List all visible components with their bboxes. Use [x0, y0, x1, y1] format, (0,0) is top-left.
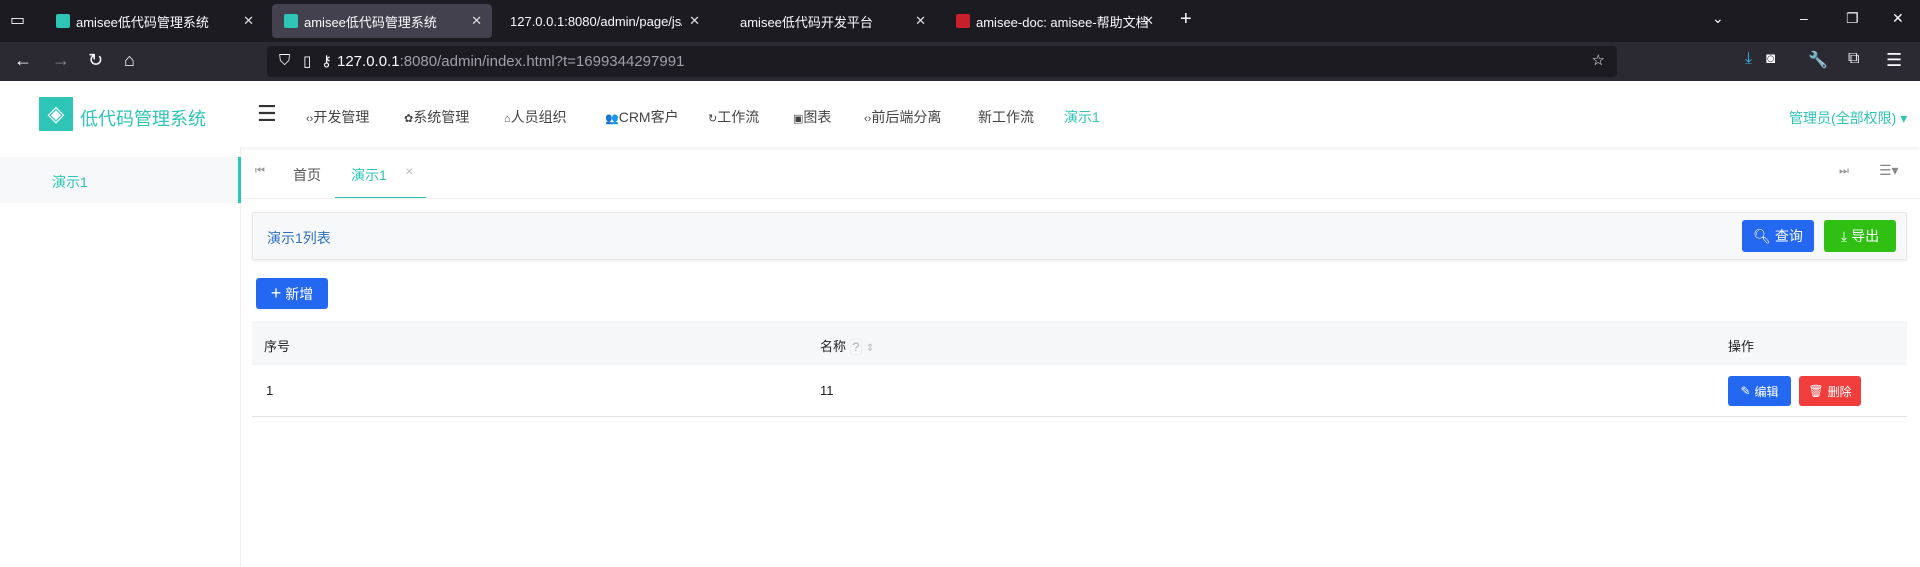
query-button[interactable]: 🔍︎ 查询 — [1742, 220, 1814, 252]
logo-icon: ◈ — [39, 97, 73, 131]
trash-icon: 🗑︎ — [1808, 384, 1824, 398]
table-header: 序号 名称 ? ⇕ 操作 — [252, 321, 1907, 365]
close-tab-icon[interactable]: ✕ — [243, 13, 254, 29]
minimize-icon[interactable]: – — [1800, 10, 1808, 26]
hamburger-icon[interactable]: ☰ — [257, 101, 277, 127]
menu-item[interactable]: ‹›前后端分离 — [864, 107, 941, 127]
browser-tab[interactable]: amisee-doc: amisee-帮助文档 ✕ — [944, 4, 1164, 38]
menu-icon: ⌂ — [504, 113, 511, 125]
favicon-icon — [956, 14, 970, 28]
sidebar-item-demo1[interactable]: 演示1 — [0, 157, 241, 203]
app-menu-icon[interactable]: ☰ — [1886, 50, 1902, 71]
download-arrow-icon[interactable]: ⤓ — [1745, 50, 1752, 68]
close-tab-icon[interactable]: ✕ — [405, 167, 413, 178]
edit-button[interactable]: ✎ 编辑 — [1728, 376, 1791, 406]
menu-item[interactable]: ⌂人员组织 — [504, 107, 567, 127]
pocket-icon[interactable]: ◙ — [1766, 50, 1775, 67]
menu-icon: 👥 — [605, 113, 619, 125]
scroll-tabs-right-icon[interactable]: ⏭ — [1839, 165, 1849, 178]
restore-icon[interactable]: ❐ — [1846, 10, 1859, 27]
tab-list-icon[interactable]: ▭ — [10, 10, 25, 30]
sidebar: 演示1 — [0, 147, 241, 567]
menu-icon: ↻ — [708, 113, 718, 125]
help-icon[interactable]: ? — [849, 339, 863, 355]
close-tab-icon[interactable]: ✕ — [1143, 13, 1154, 29]
name-column-header[interactable]: 名称 ? ⇕ — [820, 336, 874, 355]
menu-item[interactable]: 演示1 — [1064, 107, 1100, 127]
tab-options-icon[interactable]: ☰▾ — [1879, 162, 1899, 179]
menu-item[interactable]: 新工作流 — [978, 107, 1034, 127]
search-icon: 🔍︎ — [1753, 227, 1771, 244]
menu-item[interactable]: ▣图表 — [793, 107, 831, 127]
close-tab-icon[interactable]: ✕ — [689, 13, 700, 29]
browser-tab-bar: ▭ amisee低代码管理系统 ✕ amisee低代码管理系统 ✕ 127.0.0.… — [0, 0, 1920, 42]
favicon-icon — [56, 14, 70, 28]
browser-tab[interactable]: amisee低代码管理系统 ✕ — [44, 4, 264, 38]
browser-tab[interactable]: 127.0.0.1:8080/admin/page/js/te ✕ — [498, 4, 710, 38]
export-button[interactable]: ⤓ 导出 — [1824, 220, 1896, 252]
table-row: 1 11 ✎ 编辑 🗑︎ 删除 — [252, 365, 1907, 417]
favicon-icon — [284, 14, 298, 28]
logo-text: 低代码管理系统 — [80, 109, 206, 129]
menu-item[interactable]: ✿系统管理 — [404, 107, 469, 127]
wrench-icon[interactable]: 🔧 — [1808, 50, 1828, 70]
delete-button[interactable]: 🗑︎ 删除 — [1799, 376, 1861, 406]
app-header: ◈ 低代码管理系统 ☰ ‹›开发管理 ✿系统管理 ⌂人员组织 👥CRM客户 ↻工作流 ▣图… — [0, 81, 1920, 147]
close-window-icon[interactable]: ✕ — [1892, 10, 1904, 27]
scroll-tabs-left-icon[interactable]: ⏮ — [255, 165, 265, 178]
plus-icon: + — [270, 283, 282, 303]
user-menu[interactable]: 管理员(全部权限) ▾ — [1789, 108, 1907, 128]
list-all-tabs-icon[interactable]: ⌄ — [1712, 10, 1724, 27]
back-icon[interactable]: ← — [14, 50, 32, 71]
tab-demo1[interactable]: 演示1 ✕ — [335, 147, 426, 199]
sort-icon[interactable]: ⇕ — [866, 343, 874, 354]
forward-icon[interactable]: → — [52, 50, 70, 71]
shield-icon[interactable]: ⛉ — [279, 52, 290, 69]
key-icon[interactable]: ⚷ — [321, 52, 332, 70]
content: ⏮ 首页 演示1 ✕ ⏭ ☰▾ 演示1列表 🔍︎ 查询 ⤓ 导出 + 新增 序号 名称… — [241, 147, 1920, 567]
reload-icon[interactable]: ↻ — [88, 50, 103, 71]
bookmark-star-icon[interactable]: ☆ — [1592, 51, 1605, 69]
edit-icon: ✎ — [1740, 384, 1751, 398]
url-bar[interactable]: ⛉ ▯ ⚷ 127.0.0.1:8080/admin/index.html?t=… — [267, 46, 1617, 77]
menu-icon: ✿ — [404, 113, 414, 125]
page-icon: ▯ — [303, 53, 312, 70]
add-button[interactable]: + 新增 — [256, 278, 328, 309]
list-panel-header: 演示1列表 🔍︎ 查询 ⤓ 导出 — [252, 212, 1907, 260]
menu-icon: ▣ — [793, 113, 804, 125]
new-tab-icon[interactable]: + — [1180, 8, 1192, 31]
download-icon: ⤓ — [1840, 227, 1848, 244]
menu-item[interactable]: ↻工作流 — [708, 107, 759, 127]
close-tab-icon[interactable]: ✕ — [915, 13, 926, 29]
browser-tab-active[interactable]: amisee低代码管理系统 ✕ — [272, 4, 492, 38]
tab-home[interactable]: 首页 — [293, 165, 321, 185]
extensions-icon[interactable]: ⧉ — [1848, 50, 1859, 68]
home-icon[interactable]: ⌂ — [124, 50, 135, 71]
menu-item[interactable]: ‹›开发管理 — [306, 107, 369, 127]
browser-tab[interactable]: amisee低代码开发平台 ✕ — [716, 4, 936, 38]
close-tab-icon[interactable]: ✕ — [471, 13, 482, 29]
menu-item[interactable]: 👥CRM客户 — [605, 107, 679, 127]
panel-title: 演示1列表 — [267, 230, 331, 246]
